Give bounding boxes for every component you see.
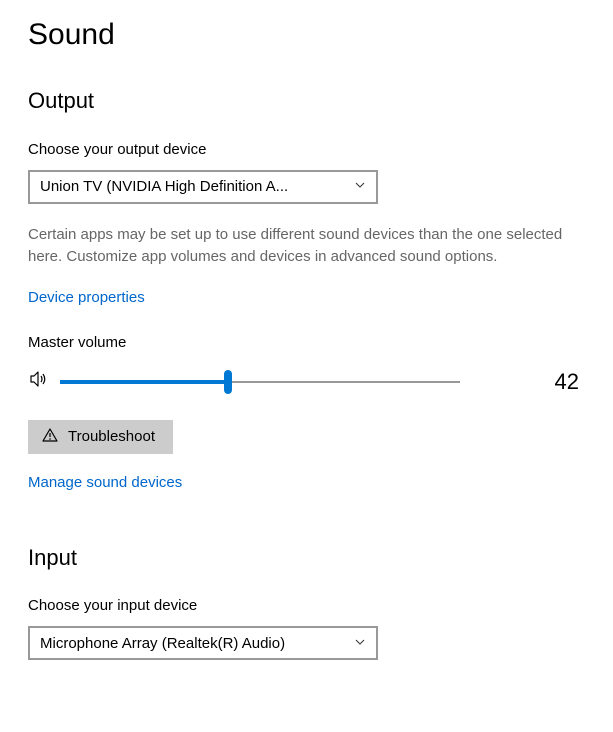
device-properties-link[interactable]: Device properties: [28, 287, 145, 308]
input-device-dropdown[interactable]: Microphone Array (Realtek(R) Audio): [28, 626, 378, 660]
manage-sound-devices-link[interactable]: Manage sound devices: [28, 472, 182, 493]
output-device-dropdown[interactable]: Union TV (NVIDIA High Definition A...: [28, 170, 378, 204]
chevron-down-icon: [354, 176, 366, 197]
page-title: Sound: [28, 14, 585, 56]
output-device-selected: Union TV (NVIDIA High Definition A...: [40, 176, 354, 197]
speaker-icon[interactable]: [28, 369, 48, 395]
input-device-selected: Microphone Array (Realtek(R) Audio): [40, 633, 354, 654]
output-section-title: Output: [28, 86, 585, 117]
output-description: Certain apps may be set up to use differ…: [28, 224, 585, 269]
input-section-title: Input: [28, 543, 585, 574]
chevron-down-icon: [354, 633, 366, 654]
output-device-label: Choose your output device: [28, 139, 585, 160]
troubleshoot-label: Troubleshoot: [68, 428, 155, 445]
master-volume-value: 42: [545, 367, 585, 398]
troubleshoot-button[interactable]: Troubleshoot: [28, 420, 173, 454]
warning-icon: [42, 427, 58, 447]
master-volume-slider[interactable]: [60, 370, 460, 394]
input-device-label: Choose your input device: [28, 595, 585, 616]
master-volume-label: Master volume: [28, 332, 585, 353]
